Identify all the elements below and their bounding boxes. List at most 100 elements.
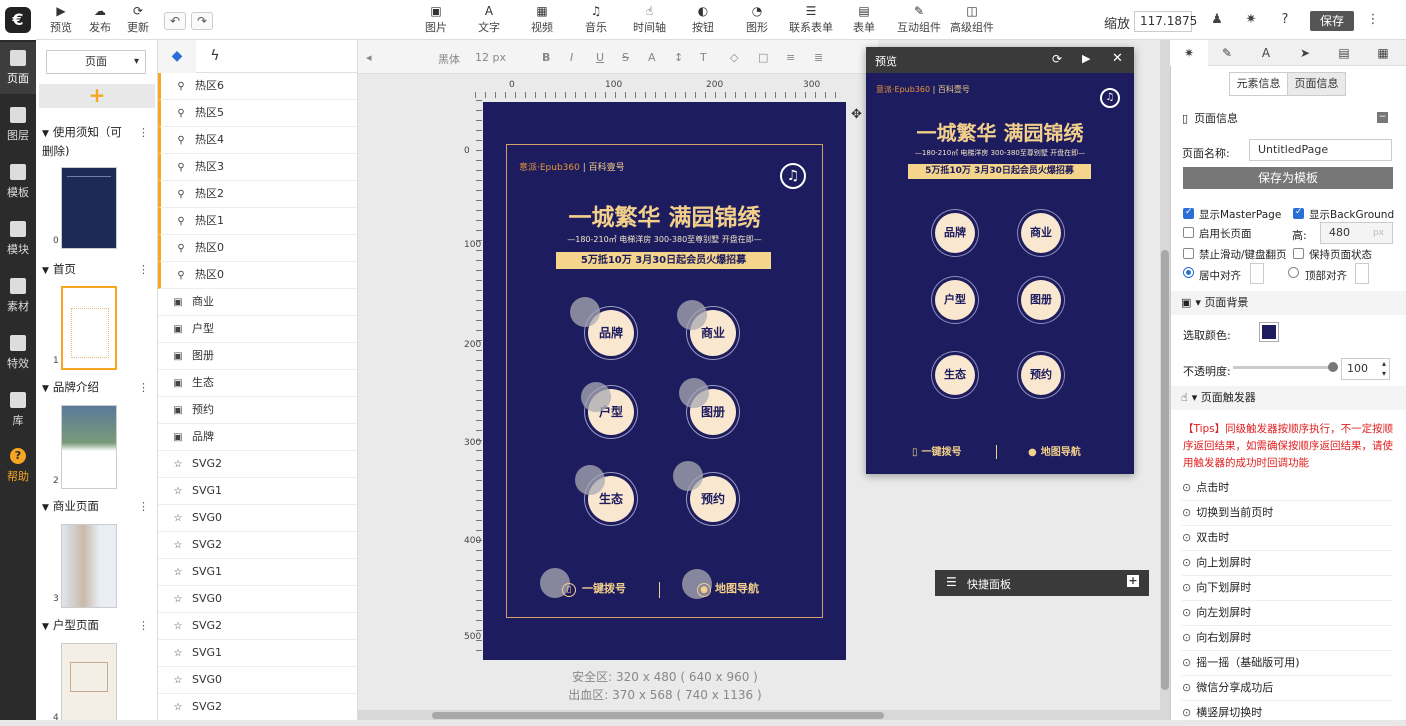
contact-form-tool[interactable]: ☰ 联系表单 xyxy=(789,5,833,35)
form-tool[interactable]: ▤ 表单 xyxy=(853,5,875,35)
close-icon[interactable]: ✕ xyxy=(1112,51,1123,66)
page-menu-icon[interactable]: ⋮ xyxy=(138,263,149,276)
trigger-item[interactable]: ⊙ 微信分享成功后 xyxy=(1182,676,1392,701)
document-icon[interactable]: ▤ xyxy=(1325,40,1363,66)
bold-icon[interactable]: B xyxy=(542,51,550,64)
hotspot-marker[interactable] xyxy=(581,382,611,412)
hotspot-marker[interactable] xyxy=(677,300,707,330)
preview-map[interactable]: ● 地图导航 xyxy=(1028,443,1081,458)
layer-item[interactable]: ☆ SVG1 xyxy=(158,559,357,586)
preview-call[interactable]: ▯ 一键拨号 xyxy=(912,443,962,458)
page-thumbnail[interactable] xyxy=(61,643,117,720)
layer-item[interactable]: ▣ 预约 xyxy=(158,397,357,424)
stepper-icon[interactable]: ▴ ▾ xyxy=(1382,359,1386,379)
page-thumbnail[interactable] xyxy=(61,405,117,489)
layer-item[interactable]: ☆ SVG0 xyxy=(158,505,357,532)
layer-item[interactable]: ☆ SVG0 xyxy=(158,586,357,613)
page-group-title[interactable]: ▼ 商业页面 xyxy=(42,498,99,517)
list-icon[interactable]: ≣ xyxy=(814,51,823,64)
collapse-section-icon[interactable]: − xyxy=(1377,112,1388,123)
move-handle-icon[interactable]: ✥ xyxy=(851,107,862,122)
opacity-input[interactable]: 100 ▴ ▾ xyxy=(1341,358,1390,380)
layer-item[interactable]: ⚲ 热区0 xyxy=(158,262,357,289)
nav-layers[interactable]: 图层 xyxy=(0,99,36,151)
align-icon[interactable]: ≡ xyxy=(786,51,795,64)
text-tool[interactable]: A 文字 xyxy=(478,5,500,35)
page-menu-icon[interactable]: ⋮ xyxy=(138,500,149,513)
publish-button[interactable]: ☁ 发布 xyxy=(89,5,111,35)
nav-module[interactable]: 模块 xyxy=(0,213,36,265)
preview-button-floorplan[interactable]: 户型 xyxy=(935,280,975,320)
button-tool[interactable]: ◐ 按钮 xyxy=(692,5,714,35)
font-family-select[interactable]: 黑体 xyxy=(438,51,460,67)
layer-item[interactable]: ⚲ 热区4 xyxy=(158,127,357,154)
layer-item[interactable]: ▣ 户型 xyxy=(158,316,357,343)
layer-item[interactable]: ☆ SVG2 xyxy=(158,694,357,720)
save-as-template-button[interactable]: 保存为模板 xyxy=(1183,167,1393,189)
preview-button-brand[interactable]: 品牌 xyxy=(935,213,975,253)
send-icon[interactable]: ➤ xyxy=(1286,40,1324,66)
layer-item[interactable]: ⚲ 热区2 xyxy=(158,181,357,208)
layer-item[interactable]: ⚲ 热区1 xyxy=(158,208,357,235)
trigger-item[interactable]: ⊙ 向右划屏时 xyxy=(1182,626,1392,651)
gear-icon[interactable]: ✷ xyxy=(1170,40,1208,66)
layer-item[interactable]: ☆ SVG2 xyxy=(158,613,357,640)
long-page-checkbox[interactable] xyxy=(1183,227,1194,238)
nav-library[interactable]: 库 xyxy=(0,384,36,436)
trigger-item[interactable]: ⊙ 双击时 xyxy=(1182,526,1392,551)
poster-call[interactable]: ▯ 一键拨号 xyxy=(562,580,626,597)
border-icon[interactable]: □ xyxy=(758,51,768,64)
page-group-title[interactable]: ▼ 品牌介绍 xyxy=(42,379,99,398)
tab-element-info[interactable]: 元素信息 xyxy=(1229,72,1288,96)
layer-item[interactable]: ▣ 生态 xyxy=(158,370,357,397)
layer-item[interactable]: ▣ 商业 xyxy=(158,289,357,316)
height-input[interactable]: 480 px xyxy=(1320,222,1393,244)
layer-item[interactable]: ▣ 图册 xyxy=(158,343,357,370)
page-menu-icon[interactable]: ⋮ xyxy=(138,126,149,139)
tab-page-info[interactable]: 页面信息 xyxy=(1287,72,1346,96)
hotspot-marker[interactable] xyxy=(679,378,709,408)
italic-icon[interactable]: I xyxy=(570,51,573,64)
fill-icon[interactable]: ◇ xyxy=(730,51,738,64)
layer-item[interactable]: ▣ 品牌 xyxy=(158,424,357,451)
update-button[interactable]: ⟳ 更新 xyxy=(127,5,149,35)
page-menu-icon[interactable]: ⋮ xyxy=(138,619,149,632)
nav-assets[interactable]: 素材 xyxy=(0,270,36,322)
hotspot-marker[interactable] xyxy=(575,465,605,495)
color-swatch[interactable] xyxy=(1259,322,1279,342)
nav-page[interactable]: 页面 xyxy=(0,42,36,94)
page-group-title[interactable]: ▼ 首页 xyxy=(42,261,76,280)
table-icon[interactable]: ▦ xyxy=(1364,40,1402,66)
nav-help[interactable]: ? 帮助 xyxy=(0,440,36,492)
vertical-scroll-thumb[interactable] xyxy=(1161,250,1169,690)
gear-icon[interactable]: ✷ xyxy=(1244,13,1258,27)
letter-spacing-icon[interactable]: T xyxy=(700,51,707,64)
show-master-checkbox[interactable] xyxy=(1183,207,1194,219)
zoom-input[interactable]: 117.1875 xyxy=(1134,11,1197,32)
page-background-header[interactable]: ▣ ▾ 页面背景 xyxy=(1171,291,1406,315)
page-thumbnail[interactable] xyxy=(61,167,117,249)
music-toggle-icon[interactable]: ♫ xyxy=(1100,88,1120,108)
opacity-slider-handle[interactable] xyxy=(1328,362,1338,372)
font-icon[interactable]: A xyxy=(1247,40,1285,66)
advanced-tool[interactable]: ◫ 高级组件 xyxy=(950,5,994,35)
collapse-icon[interactable]: ◂ xyxy=(366,51,372,64)
underline-icon[interactable]: U xyxy=(596,51,604,64)
layer-item[interactable]: ☆ SVG1 xyxy=(158,478,357,505)
layer-item[interactable]: ☆ SVG2 xyxy=(158,532,357,559)
nav-effects[interactable]: 特效 xyxy=(0,327,36,379)
layer-item[interactable]: ☆ SVG0 xyxy=(158,667,357,694)
trigger-item[interactable]: ⊙ 向上划屏时 xyxy=(1182,551,1392,576)
preview-button-business[interactable]: 商业 xyxy=(1021,213,1061,253)
preview-button-gallery[interactable]: 图册 xyxy=(1021,280,1061,320)
layer-item[interactable]: ☆ SVG1 xyxy=(158,640,357,667)
hotspot-marker[interactable] xyxy=(673,461,703,491)
help-circle-icon[interactable]: ? xyxy=(1278,13,1292,27)
trigger-item[interactable]: ⊙ 向下划屏时 xyxy=(1182,576,1392,601)
disable-swipe-checkbox[interactable] xyxy=(1183,248,1194,259)
page-menu-icon[interactable]: ⋮ xyxy=(138,381,149,394)
preview-button-booking[interactable]: 预约 xyxy=(1021,355,1061,395)
music-tool[interactable]: ♫ 音乐 xyxy=(585,5,607,35)
redo-button[interactable]: ↷ xyxy=(191,12,213,30)
page-trigger-header[interactable]: ☝ ▾ 页面触发器 xyxy=(1171,386,1406,410)
